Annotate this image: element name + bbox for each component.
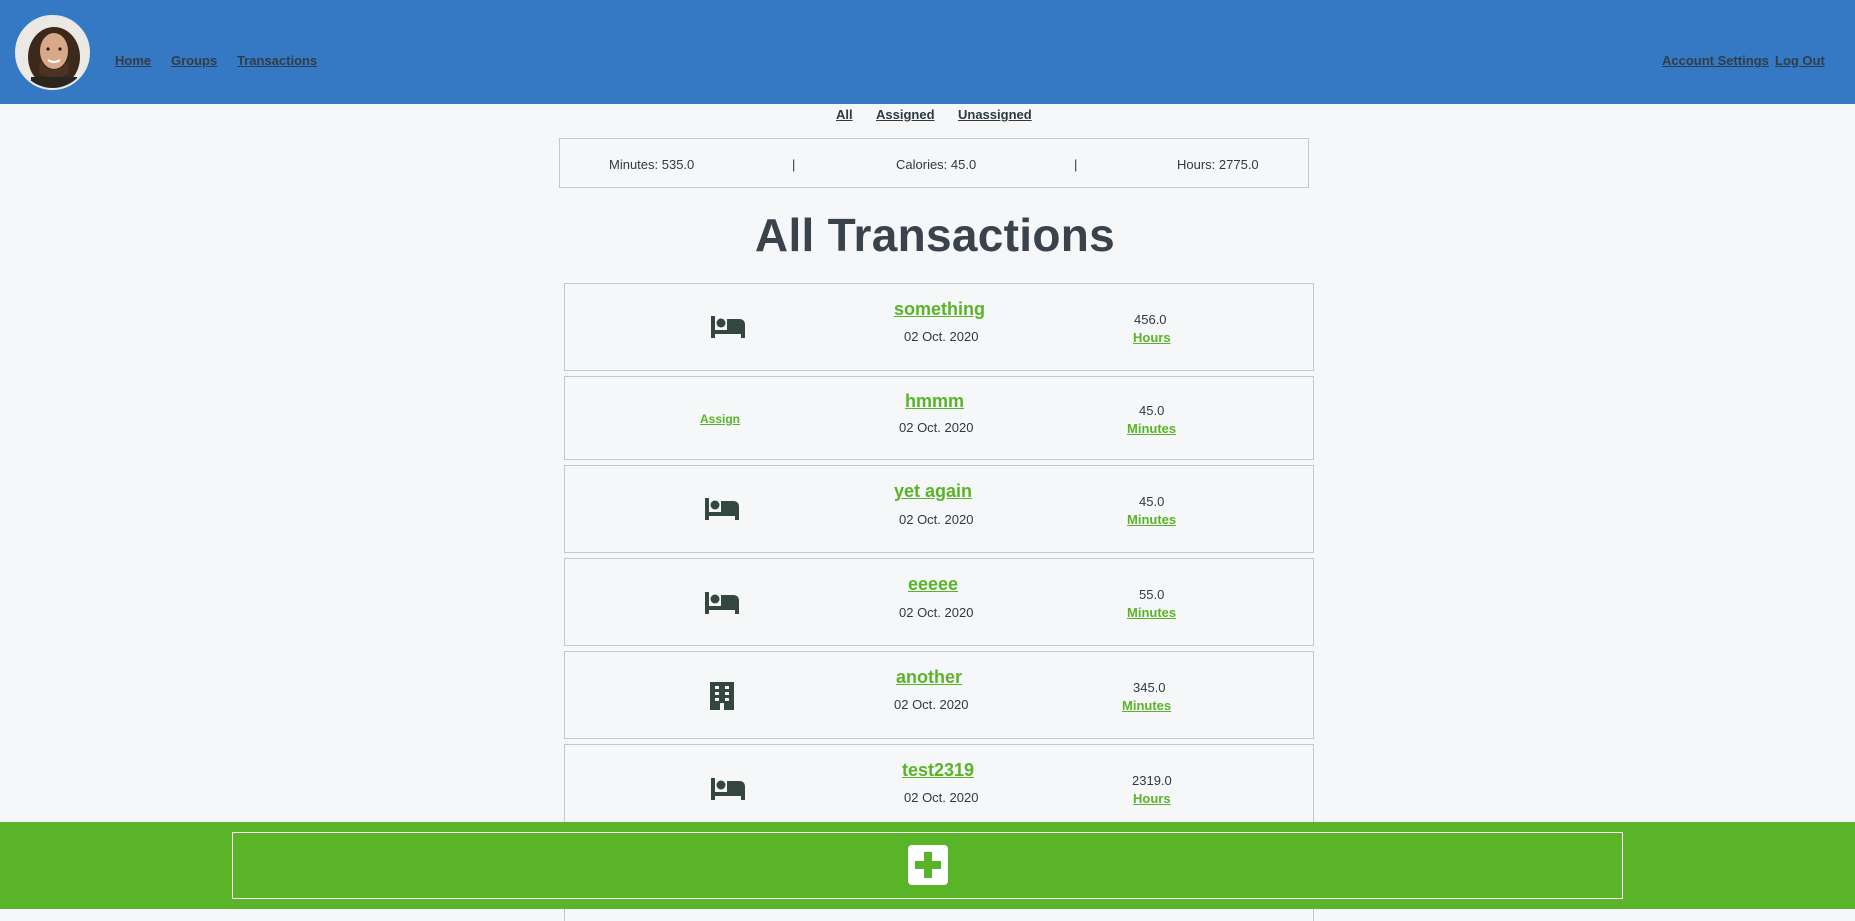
summary-minutes: Minutes: 535.0 bbox=[609, 157, 695, 172]
building-icon bbox=[710, 682, 734, 715]
transaction-date: 02 Oct. 2020 bbox=[899, 420, 974, 435]
transaction-row: another 02 Oct. 2020 345.0 Minutes bbox=[564, 651, 1314, 739]
transaction-name-link[interactable]: test2319 bbox=[902, 760, 974, 781]
filter-assigned-link[interactable]: Assigned bbox=[876, 107, 935, 122]
bed-icon bbox=[711, 316, 745, 343]
transaction-unit-link[interactable]: Hours bbox=[1133, 791, 1171, 806]
header: Home Groups Transactions Account Setting… bbox=[0, 0, 1855, 104]
plus-icon[interactable] bbox=[908, 845, 948, 885]
bed-icon bbox=[711, 778, 745, 805]
transaction-amount: 345.0 bbox=[1133, 680, 1166, 695]
transaction-amount: 45.0 bbox=[1139, 494, 1165, 509]
transaction-row: Assign hmmm 02 Oct. 2020 45.0 Minutes bbox=[564, 376, 1314, 460]
filter-all-link[interactable]: All bbox=[836, 107, 853, 122]
bed-icon bbox=[705, 592, 739, 619]
transaction-row: yet again 02 Oct. 2020 45.0 Minutes bbox=[564, 465, 1314, 553]
transaction-date: 02 Oct. 2020 bbox=[899, 605, 974, 620]
transaction-date: 02 Oct. 2020 bbox=[904, 329, 979, 344]
transaction-name-link[interactable]: yet again bbox=[894, 481, 972, 502]
nav-transactions-link[interactable]: Transactions bbox=[237, 53, 317, 68]
transaction-name-link[interactable]: eeeee bbox=[908, 574, 958, 595]
transaction-unit-link[interactable]: Minutes bbox=[1127, 421, 1176, 436]
transaction-unit-link[interactable]: Minutes bbox=[1127, 512, 1176, 527]
summary-hours: Hours: 2775.0 bbox=[1177, 157, 1259, 172]
transaction-amount: 456.0 bbox=[1134, 312, 1167, 327]
transaction-name-link[interactable]: another bbox=[896, 667, 962, 688]
avatar[interactable] bbox=[15, 15, 90, 90]
summary-box: Minutes: 535.0 | Calories: 45.0 | Hours:… bbox=[559, 138, 1309, 188]
transaction-unit-link[interactable]: Hours bbox=[1133, 330, 1171, 345]
bed-icon bbox=[705, 498, 739, 525]
summary-separator: | bbox=[1074, 157, 1078, 172]
transaction-amount: 45.0 bbox=[1139, 403, 1165, 418]
transaction-unit-link[interactable]: Minutes bbox=[1127, 605, 1176, 620]
transaction-date: 02 Oct. 2020 bbox=[899, 512, 974, 527]
transaction-row: something 02 Oct. 2020 456.0 Hours bbox=[564, 283, 1314, 371]
transaction-row: eeeee 02 Oct. 2020 55.0 Minutes bbox=[564, 558, 1314, 646]
filter-unassigned-link[interactable]: Unassigned bbox=[958, 107, 1032, 122]
log-out-link[interactable]: Log Out bbox=[1775, 53, 1825, 68]
transaction-date: 02 Oct. 2020 bbox=[904, 790, 979, 805]
nav-home-link[interactable]: Home bbox=[115, 53, 151, 68]
nav-groups-link[interactable]: Groups bbox=[171, 53, 217, 68]
transaction-amount: 55.0 bbox=[1139, 587, 1165, 602]
transaction-amount: 2319.0 bbox=[1132, 773, 1172, 788]
add-transaction-bar bbox=[0, 822, 1855, 909]
assign-link[interactable]: Assign bbox=[700, 412, 740, 426]
page-title: All Transactions bbox=[754, 209, 1116, 261]
transaction-name-link[interactable]: something bbox=[894, 299, 985, 320]
transaction-date: 02 Oct. 2020 bbox=[894, 697, 969, 712]
summary-calories: Calories: 45.0 bbox=[896, 157, 977, 172]
transaction-name-link[interactable]: hmmm bbox=[905, 391, 964, 412]
add-transaction-area[interactable] bbox=[232, 832, 1623, 899]
summary-separator: | bbox=[792, 157, 796, 172]
account-settings-link[interactable]: Account Settings bbox=[1662, 53, 1769, 68]
transaction-unit-link[interactable]: Minutes bbox=[1122, 698, 1171, 713]
